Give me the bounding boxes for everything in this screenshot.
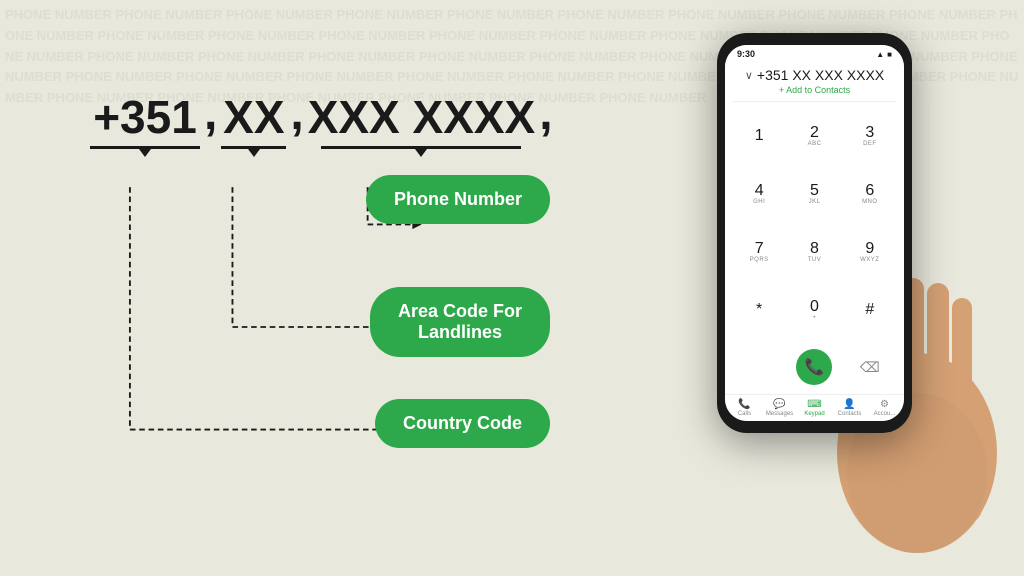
- battery-icon: ■: [887, 50, 892, 59]
- keypad-actions: 📞 ⌫: [725, 342, 904, 394]
- nav-keypad[interactable]: ⌨ Keypad: [797, 399, 832, 417]
- area-code-label: Area Code ForLandlines: [370, 287, 550, 357]
- dial-display: ∨ +351 XX XXX XXXX Add to Contacts: [725, 61, 904, 99]
- call-icon: 📞: [805, 357, 825, 377]
- country-code-text: +351: [93, 90, 197, 144]
- action-empty-left: [733, 344, 785, 390]
- keypad: 1 2ABC 3DEF 4GHI 5JKL 6MNO 7PQRS 8TUV 9W…: [725, 104, 904, 342]
- key-7[interactable]: 7PQRS: [733, 225, 785, 280]
- messages-icon: 💬: [773, 399, 785, 410]
- messages-label: Messages: [766, 411, 793, 417]
- left-panel: +351 , XX , XXX XXXX: [0, 0, 650, 576]
- add-to-contacts[interactable]: Add to Contacts: [735, 85, 894, 95]
- delete-button[interactable]: ⌫: [844, 344, 896, 390]
- key-5[interactable]: 5JKL: [788, 166, 840, 221]
- nav-contacts[interactable]: 👤 Contacts: [832, 399, 867, 417]
- diagram-area: Phone Number Area Code ForLandlines Coun…: [60, 157, 610, 497]
- call-button[interactable]: 📞: [788, 344, 840, 390]
- key-6[interactable]: 6MNO: [844, 166, 896, 221]
- key-9[interactable]: 9WXYZ: [844, 225, 896, 280]
- phone-frame: 9:30 ▲ ■ ∨ +351 XX XXX XXXX Add to Conta…: [717, 33, 912, 433]
- key-3[interactable]: 3DEF: [844, 108, 896, 163]
- keypad-icon: ⌨: [807, 399, 821, 410]
- separator2: ,: [290, 90, 303, 138]
- bottom-nav: 📞 Calls 💬 Messages ⌨ Keypad 👤: [725, 394, 904, 421]
- account-label: Accou...: [874, 411, 896, 417]
- phone-number-label: Phone Number: [366, 175, 550, 224]
- phone-number-part-display: XXX XXXX: [308, 90, 536, 157]
- key-hash[interactable]: #: [844, 283, 896, 338]
- status-bar: 9:30 ▲ ■: [725, 45, 904, 61]
- phone-number-display: +351 , XX , XXX XXXX: [90, 90, 610, 157]
- divider: [733, 101, 896, 102]
- area-code-text: XX: [223, 90, 284, 144]
- phone-number-value: +351 XX XXX XXXX: [757, 67, 884, 83]
- dialed-number: ∨ +351 XX XXX XXXX: [735, 67, 894, 83]
- key-1[interactable]: 1: [733, 108, 785, 163]
- key-star[interactable]: *: [733, 283, 785, 338]
- phone-screen: 9:30 ▲ ■ ∨ +351 XX XXX XXXX Add to Conta…: [725, 45, 904, 421]
- signal-icon: ▲: [876, 50, 884, 59]
- key-4[interactable]: 4GHI: [733, 166, 785, 221]
- phone-number-part-text: XXX XXXX: [308, 90, 536, 144]
- country-code-label: Country Code: [375, 399, 550, 448]
- status-icons: ▲ ■: [876, 50, 892, 59]
- right-panel: 9:30 ▲ ■ ∨ +351 XX XXX XXXX Add to Conta…: [650, 0, 1024, 576]
- separator1: ,: [204, 90, 217, 138]
- keypad-label: Keypad: [804, 411, 824, 417]
- area-code-display: XX: [221, 90, 286, 157]
- nav-messages[interactable]: 💬 Messages: [762, 399, 797, 417]
- account-icon: ⚙: [880, 399, 889, 410]
- contacts-label: Contacts: [838, 411, 862, 417]
- status-time: 9:30: [737, 49, 755, 59]
- phone-hand-container: 9:30 ▲ ■ ∨ +351 XX XXX XXXX Add to Conta…: [707, 23, 967, 553]
- contacts-icon: 👤: [843, 399, 855, 410]
- key-0[interactable]: 0+: [788, 283, 840, 338]
- country-dropdown[interactable]: ∨: [745, 69, 753, 82]
- nav-calls[interactable]: 📞 Calls: [727, 399, 762, 417]
- nav-account[interactable]: ⚙ Accou...: [867, 399, 902, 417]
- key-8[interactable]: 8TUV: [788, 225, 840, 280]
- key-2[interactable]: 2ABC: [788, 108, 840, 163]
- country-code-display: +351: [90, 90, 200, 157]
- calls-label: Calls: [738, 411, 751, 417]
- separator3: ,: [539, 90, 552, 138]
- delete-icon: ⌫: [860, 359, 880, 376]
- calls-icon: 📞: [738, 399, 750, 410]
